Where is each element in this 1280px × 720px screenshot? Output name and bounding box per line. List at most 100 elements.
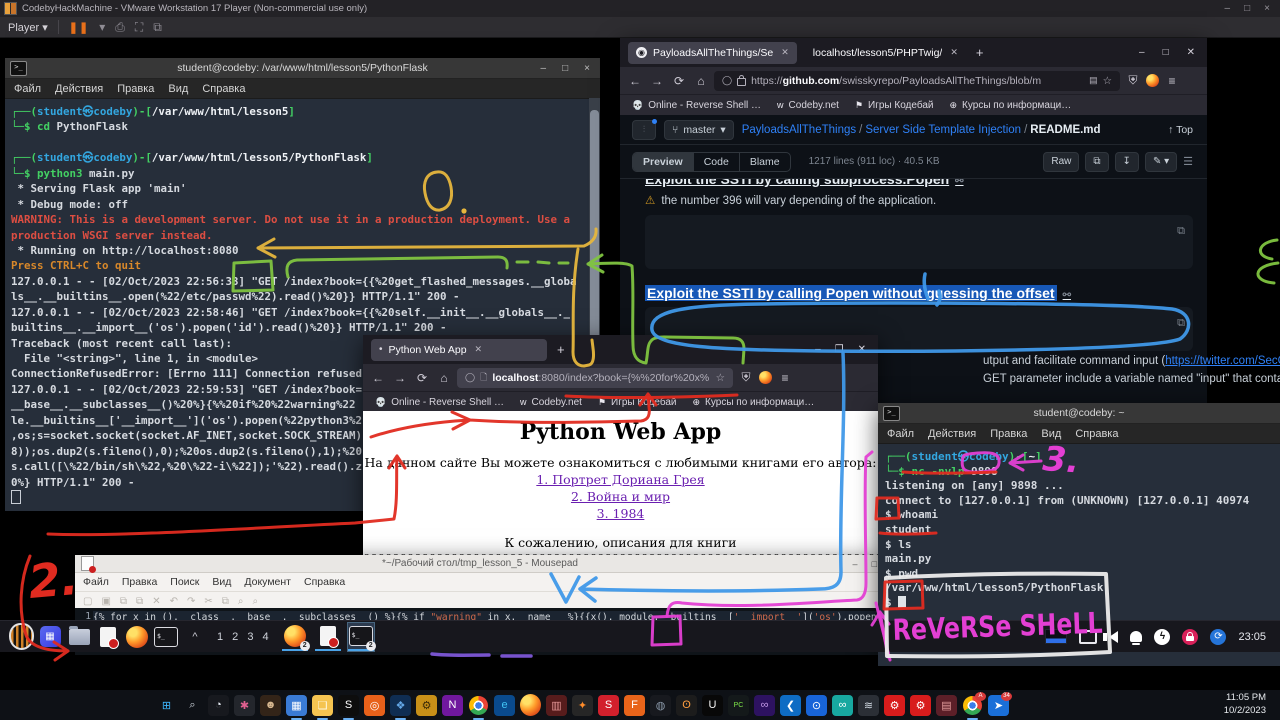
copy-icon[interactable]: ⧉ bbox=[1177, 314, 1185, 331]
toolbar-icon[interactable]: ▣ bbox=[101, 596, 110, 607]
maximize-button[interactable]: □ bbox=[1163, 47, 1169, 58]
blender-icon[interactable]: ʘ bbox=[676, 695, 697, 716]
firefox-windows-icon[interactable]: 2 bbox=[282, 623, 308, 651]
firefox-account-icon[interactable] bbox=[1146, 74, 1159, 87]
search-icon[interactable]: ⌕ bbox=[182, 695, 203, 716]
raw-button[interactable]: Raw bbox=[1043, 152, 1079, 172]
minimize-button[interactable]: – bbox=[1225, 3, 1231, 14]
firefox-account-icon[interactable] bbox=[759, 371, 772, 384]
home-icon[interactable]: ⌂ bbox=[692, 74, 710, 88]
bookmark-item[interactable]: 💀Online - Reverse Shell … bbox=[632, 100, 761, 111]
maximize-button[interactable]: □ bbox=[872, 559, 877, 569]
color-wheel-icon[interactable]: ✱ bbox=[234, 695, 255, 716]
download-icon[interactable]: ↧ bbox=[1115, 152, 1139, 172]
dragon-app-icon[interactable]: ≋ bbox=[858, 695, 879, 716]
book-link[interactable]: 2. Война и мир bbox=[363, 489, 878, 504]
host-clock[interactable]: 11:05 PM 10/2/2023 bbox=[1224, 692, 1280, 718]
file-manager-icon[interactable] bbox=[66, 624, 92, 650]
toolbar-icon[interactable]: ⧉ bbox=[136, 596, 143, 607]
red-gear-1-icon[interactable]: ⚙ bbox=[884, 695, 905, 716]
menu-item-Вид[interactable]: Вид bbox=[168, 83, 188, 95]
extension-shield-icon[interactable]: ⛨ bbox=[737, 370, 755, 385]
share-blue-icon[interactable]: ➤34 bbox=[988, 695, 1009, 716]
bookmark-star-icon[interactable]: ☆ bbox=[1103, 75, 1112, 87]
back-icon[interactable]: ← bbox=[626, 74, 644, 88]
book-link[interactable]: 3. 1984 bbox=[363, 506, 878, 521]
tab-close-icon[interactable]: ✕ bbox=[475, 344, 483, 355]
edit-pencil-icon[interactable]: ✎ ▾ bbox=[1145, 152, 1177, 172]
bookmark-item[interactable]: ⊕Курсы по информаци… bbox=[693, 397, 815, 408]
display-icon[interactable] bbox=[1079, 630, 1097, 644]
address-bar[interactable]: ◯ 🗋 localhost:8080/index?book={%%20for%2… bbox=[457, 368, 733, 388]
keepass-lock-icon[interactable] bbox=[1182, 629, 1198, 645]
teal-app-icon[interactable]: ∞ bbox=[832, 695, 853, 716]
shield-icon[interactable]: ◯ bbox=[722, 75, 732, 86]
mousepad-launcher-icon[interactable] bbox=[95, 624, 121, 650]
reader-icon[interactable]: ▤ bbox=[1089, 75, 1098, 86]
maximize-button[interactable]: □ bbox=[562, 63, 568, 74]
panel-collapse-icon[interactable]: ^ bbox=[182, 624, 208, 650]
firefox-launcher-icon[interactable] bbox=[124, 624, 150, 650]
menu-item-Вид[interactable]: Вид bbox=[212, 576, 231, 588]
tab-python-web-app[interactable]: • Python Web App ✕ bbox=[371, 339, 547, 361]
new-tab-button[interactable]: + bbox=[976, 45, 984, 60]
build-tool-icon[interactable]: ⚙ bbox=[416, 695, 437, 716]
app-menu-icon[interactable]: ▦ bbox=[37, 624, 63, 650]
notifications-icon[interactable] bbox=[1130, 631, 1142, 642]
tab-close-icon[interactable]: ✕ bbox=[781, 47, 789, 58]
view-tab-code[interactable]: Code bbox=[694, 153, 740, 171]
close-button[interactable]: × bbox=[584, 63, 590, 74]
file-tree-toggle-icon[interactable]: ⫶ bbox=[632, 120, 656, 140]
visual-studio-icon[interactable]: ∞ bbox=[754, 695, 775, 716]
breadcrumb-segment[interactable]: Server Side Template Injection bbox=[865, 124, 1021, 136]
orange-ring-icon[interactable]: ◎ bbox=[364, 695, 385, 716]
terminal-launcher-icon[interactable]: $_ bbox=[153, 624, 179, 650]
close-button[interactable]: ✕ bbox=[1187, 47, 1195, 58]
link-icon[interactable]: ⚯ bbox=[1063, 290, 1071, 301]
close-button[interactable]: × bbox=[1264, 3, 1270, 14]
bookmark-item[interactable]: wCodeby.net bbox=[520, 397, 582, 408]
power-icon[interactable]: ϟ bbox=[1154, 629, 1170, 645]
volume-icon[interactable] bbox=[1109, 631, 1118, 643]
stats-red-icon[interactable]: ▥ bbox=[546, 695, 567, 716]
reload-icon[interactable]: ⟳ bbox=[413, 371, 431, 385]
close-button[interactable]: ✕ bbox=[858, 344, 866, 355]
mousepad-titlebar[interactable]: *~/Рабочий стол/tmp_lesson_5 - Mousepad … bbox=[75, 555, 885, 573]
back-icon[interactable]: ← bbox=[369, 371, 387, 385]
minimize-button[interactable]: – bbox=[1139, 47, 1145, 58]
minimize-button[interactable]: – bbox=[541, 63, 547, 74]
tab-close-icon[interactable]: ✕ bbox=[950, 47, 958, 58]
toolbar-icon[interactable]: ↶ bbox=[170, 596, 178, 607]
codeby-logo-icon[interactable] bbox=[8, 624, 34, 650]
firefox-icon[interactable] bbox=[520, 695, 541, 716]
file-explorer-icon[interactable]: ❏ bbox=[312, 695, 333, 716]
tab-localhost-phptwig[interactable]: localhost/lesson5/PHPTwig/ ✕ bbox=[805, 42, 966, 64]
terminal-windows-icon[interactable]: $_2 bbox=[348, 623, 374, 651]
view-tab-blame[interactable]: Blame bbox=[740, 153, 790, 171]
restore-button[interactable]: ❐ bbox=[835, 344, 844, 355]
menu-item-Поиск[interactable]: Поиск bbox=[170, 576, 199, 588]
right-terminal-titlebar[interactable]: >_ student@codeby: ~ bbox=[878, 403, 1280, 424]
workspace-switcher[interactable]: 1 2 3 4 bbox=[217, 631, 272, 643]
back-to-top-button[interactable]: ↑ Top bbox=[1168, 124, 1207, 136]
menu-item-Вид[interactable]: Вид bbox=[1041, 428, 1061, 440]
new-tab-button[interactable]: + bbox=[557, 342, 565, 357]
bookmark-item[interactable]: ⚑Игры Кодебай bbox=[598, 397, 677, 408]
reload-icon[interactable]: ⟳ bbox=[670, 74, 688, 88]
heading-popen-offset[interactable]: Exploit the SSTI by calling Popen withou… bbox=[645, 285, 1071, 301]
menu-item-Правка[interactable]: Правка bbox=[990, 428, 1027, 440]
map-pin-icon[interactable]: ⊙ bbox=[806, 695, 827, 716]
menu-item-Справка[interactable]: Справка bbox=[304, 576, 345, 588]
toolbar-icon[interactable]: ↷ bbox=[187, 596, 195, 607]
branch-selector[interactable]: ⑂ master ▾ bbox=[664, 120, 734, 140]
breadcrumb-segment[interactable]: README.md bbox=[1030, 124, 1100, 136]
outline-icon[interactable]: ☰ bbox=[1183, 155, 1193, 168]
onenote-icon[interactable]: N bbox=[442, 695, 463, 716]
toolbar-icon[interactable]: ▢ bbox=[83, 596, 92, 607]
menu-item-Действия[interactable]: Действия bbox=[928, 428, 976, 440]
chrome-profile-icon[interactable]: A bbox=[962, 695, 983, 716]
code-block-subclasses[interactable]: ⧉ {{''.__class__.mro()[1].__subclasses__… bbox=[645, 215, 1193, 269]
extension-shield-icon[interactable]: ⛨ bbox=[1124, 73, 1142, 88]
dark-orb-icon[interactable]: ◍ bbox=[650, 695, 671, 716]
mail-dark-icon[interactable]: ▤ bbox=[936, 695, 957, 716]
